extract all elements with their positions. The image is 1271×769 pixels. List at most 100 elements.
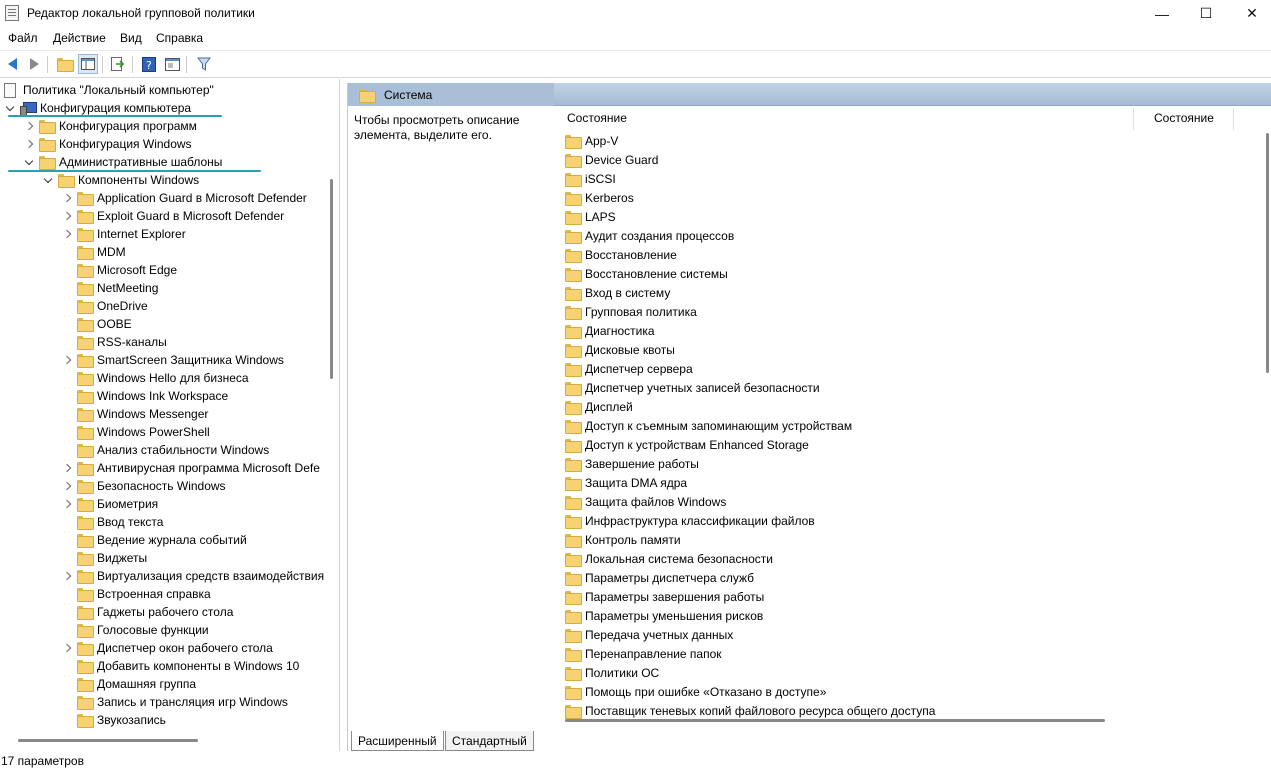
tab-standard[interactable]: Стандартный	[445, 731, 534, 751]
list-item[interactable]: iSCSI	[565, 169, 616, 188]
menu-file[interactable]: Файл	[8, 31, 38, 45]
tree-item-admin-templates[interactable]: Административные шаблоны	[23, 153, 222, 171]
maximize-button[interactable]: ☐	[1183, 0, 1229, 27]
tree-item[interactable]: Windows Ink Workspace	[61, 387, 228, 405]
column-divider[interactable]	[1133, 108, 1134, 130]
list-item[interactable]: Параметры диспетчера служб	[565, 568, 754, 587]
tree-vertical-scrollbar[interactable]	[330, 179, 333, 379]
list-item[interactable]: Защита DMA ядра	[565, 473, 687, 492]
chevron-right-icon[interactable]	[61, 459, 73, 477]
tree-item[interactable]: MDM	[61, 243, 126, 261]
tree-item[interactable]: NetMeeting	[61, 279, 158, 297]
list-item[interactable]: Помощь при ошибке «Отказано в доступе»	[565, 682, 826, 701]
chevron-right-icon[interactable]	[61, 639, 73, 657]
tree-item[interactable]: Windows Messenger	[61, 405, 208, 423]
list-vertical-scrollbar[interactable]	[1266, 133, 1269, 373]
minimize-button[interactable]: —	[1139, 0, 1185, 27]
tree-item[interactable]: Виртуализация средств взаимодействия	[61, 567, 324, 585]
column-header-state[interactable]: Состояние	[1154, 111, 1214, 125]
tree-item[interactable]: Application Guard в Microsoft Defender	[61, 189, 307, 207]
tree-item[interactable]: Microsoft Edge	[61, 261, 177, 279]
list-item[interactable]: Дисковые квоты	[565, 340, 675, 359]
chevron-right-icon[interactable]	[61, 351, 73, 369]
column-header-name[interactable]: Состояние	[567, 111, 627, 125]
chevron-right-icon[interactable]	[61, 477, 73, 495]
list-item[interactable]: Передача учетных данных	[565, 625, 733, 644]
up-folder-icon[interactable]	[54, 54, 74, 74]
menu-action[interactable]: Действие	[53, 31, 106, 45]
list-item[interactable]: Доступ к съемным запоминающим устройства…	[565, 416, 852, 435]
tree-item[interactable]: Безопасность Windows	[61, 477, 226, 495]
tree-item[interactable]: Internet Explorer	[61, 225, 186, 243]
list-item[interactable]: Kerberos	[565, 188, 634, 207]
export-list-icon[interactable]	[108, 54, 128, 74]
list-item[interactable]: Диспетчер учетных записей безопасности	[565, 378, 820, 397]
properties-view-icon[interactable]	[162, 54, 182, 74]
tab-extended[interactable]: Расширенный	[351, 731, 444, 751]
chevron-right-icon[interactable]	[61, 207, 73, 225]
chevron-right-icon[interactable]	[23, 135, 35, 153]
tree-item[interactable]: Диспетчер окон рабочего стола	[61, 639, 273, 657]
chevron-down-icon[interactable]	[42, 171, 54, 189]
tree-item[interactable]: Голосовые функции	[61, 621, 209, 639]
list-item[interactable]: App-V	[565, 131, 618, 150]
tree-item[interactable]: Ввод текста	[61, 513, 163, 531]
tree-item[interactable]: Exploit Guard в Microsoft Defender	[61, 207, 284, 225]
list-item[interactable]: Контроль памяти	[565, 530, 681, 549]
list-item[interactable]: Вход в систему	[565, 283, 670, 302]
list-item[interactable]: Аудит создания процессов	[565, 226, 734, 245]
tree-item[interactable]: Windows PowerShell	[61, 423, 210, 441]
chevron-right-icon[interactable]	[61, 567, 73, 585]
show-hide-tree-icon[interactable]	[78, 54, 98, 74]
tree-item[interactable]: Звукозапись	[61, 711, 166, 729]
help-icon[interactable]: ?	[139, 54, 159, 74]
list-item[interactable]: Восстановление системы	[565, 264, 728, 283]
list-item[interactable]: Дисплей	[565, 397, 633, 416]
menu-view[interactable]: Вид	[120, 31, 142, 45]
tree-item[interactable]: RSS-каналы	[61, 333, 167, 351]
list-item[interactable]: Диагностика	[565, 321, 655, 340]
list-item[interactable]: Параметры завершения работы	[565, 587, 764, 606]
tree-item-windows-components[interactable]: Компоненты Windows	[42, 171, 199, 189]
chevron-down-icon[interactable]	[23, 153, 35, 171]
column-divider[interactable]	[1233, 108, 1234, 130]
chevron-right-icon[interactable]	[61, 225, 73, 243]
tree-item[interactable]: Биометрия	[61, 495, 158, 513]
tree-item-program-config[interactable]: Конфигурация программ	[23, 117, 197, 135]
tree-item[interactable]: OneDrive	[61, 297, 148, 315]
tree-item[interactable]: Виджеты	[61, 549, 147, 567]
menu-help[interactable]: Справка	[156, 31, 203, 45]
tree-item[interactable]: Windows Hello для бизнеса	[61, 369, 249, 387]
list-item[interactable]: LAPS	[565, 207, 616, 226]
tree-pane[interactable]: Политика "Локальный компьютер" Конфигура…	[0, 79, 340, 751]
tree-root[interactable]: Политика "Локальный компьютер"	[4, 81, 214, 99]
chevron-right-icon[interactable]	[61, 189, 73, 207]
list-item[interactable]: Групповая политика	[565, 302, 697, 321]
tree-item[interactable]: OOBE	[61, 315, 132, 333]
list-item[interactable]: Восстановление	[565, 245, 677, 264]
tree-item[interactable]: Гаджеты рабочего стола	[61, 603, 233, 621]
filter-icon[interactable]	[194, 54, 214, 74]
tree-item-windows-config[interactable]: Конфигурация Windows	[23, 135, 192, 153]
tree-item[interactable]: Анализ стабильности Windows	[61, 441, 269, 459]
list-item[interactable]: Инфраструктура классификации файлов	[565, 511, 815, 530]
chevron-right-icon[interactable]	[23, 117, 35, 135]
forward-icon[interactable]	[24, 54, 44, 74]
list-item[interactable]: Завершение работы	[565, 454, 699, 473]
chevron-right-icon[interactable]	[61, 495, 73, 513]
list-item[interactable]: Защита файлов Windows	[565, 492, 726, 511]
list-item[interactable]: Перенаправление папок	[565, 644, 722, 663]
list-item[interactable]: Доступ к устройствам Enhanced Storage	[565, 435, 809, 454]
tree-item[interactable]: Встроенная справка	[61, 585, 211, 603]
list-item[interactable]: Поставщик теневых копий файлового ресурс…	[565, 701, 935, 720]
tree-item[interactable]: Ведение журнала событий	[61, 531, 247, 549]
tree-item[interactable]: SmartScreen Защитника Windows	[61, 351, 284, 369]
tree-item[interactable]: Запись и трансляция игр Windows	[61, 693, 288, 711]
list-item[interactable]: Локальная система безопасности	[565, 549, 773, 568]
tree-horizontal-scrollbar[interactable]	[18, 739, 198, 742]
list-item[interactable]: Политики ОС	[565, 663, 659, 682]
tree-item[interactable]: Домашняя группа	[61, 675, 196, 693]
list-item[interactable]: Параметры уменьшения рисков	[565, 606, 763, 625]
list-item[interactable]: Device Guard	[565, 150, 658, 169]
list-horizontal-scrollbar[interactable]	[565, 719, 1105, 722]
